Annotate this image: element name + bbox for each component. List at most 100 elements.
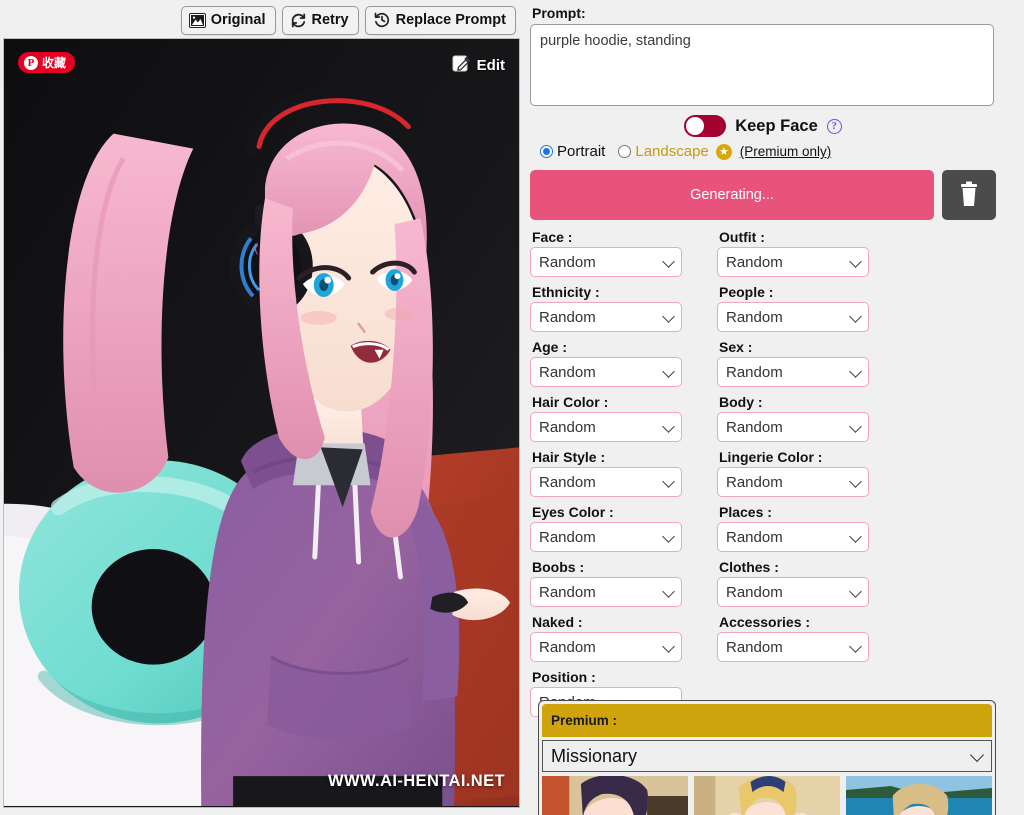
premium-thumbnail[interactable] (694, 776, 840, 815)
original-button-label: Original (210, 12, 266, 28)
option-select-value: Random (539, 363, 596, 381)
replace-prompt-button[interactable]: Replace Prompt (364, 5, 516, 35)
option-label: Places : (719, 504, 772, 520)
option-select[interactable]: Random (717, 247, 869, 277)
option-select-value: Random (726, 473, 783, 491)
chevron-down-icon (662, 585, 675, 598)
option-label: Naked : (532, 614, 583, 630)
option-select[interactable]: Random (530, 467, 682, 497)
option-field: Body : Random (717, 394, 885, 442)
watermark: WWW.AI-HENTAI.NET (328, 772, 505, 790)
keep-face-toggle-knob (686, 117, 705, 135)
option-select[interactable]: Random (717, 412, 869, 442)
refresh-icon (290, 12, 307, 29)
chevron-down-icon (662, 365, 675, 378)
chevron-down-icon (662, 640, 675, 653)
option-select-value: Random (539, 473, 596, 491)
keep-face-toggle[interactable] (684, 115, 727, 137)
option-select-value: Random (726, 253, 783, 271)
option-label: Clothes : (719, 559, 779, 575)
portrait-radio[interactable] (540, 145, 553, 158)
option-select-value: Random (726, 583, 783, 601)
chevron-down-icon (849, 255, 862, 268)
option-select[interactable]: Random (717, 467, 869, 497)
option-field: Lingerie Color : Random (717, 449, 885, 497)
generate-button[interactable]: Generating... (530, 170, 934, 220)
premium-thumbnail[interactable] (542, 776, 688, 815)
chevron-down-icon (849, 310, 862, 323)
option-select-value: Random (539, 638, 596, 656)
chevron-down-icon (849, 640, 862, 653)
option-select[interactable]: Random (717, 357, 869, 387)
option-field: Accessories : Random (717, 614, 885, 662)
image-toolbar: Original Retry Replace Prompt (0, 5, 520, 35)
premium-block: Premium : Missionary (538, 700, 996, 815)
premium-thumbnails (542, 776, 992, 815)
option-select[interactable]: Random (717, 522, 869, 552)
landscape-radio[interactable] (618, 145, 632, 158)
option-select-value: Random (726, 363, 783, 381)
chevron-down-icon (662, 255, 675, 268)
orientation-row: Portrait Landscape ★ (Premium only) (540, 143, 1024, 160)
option-label: Body : (719, 394, 763, 410)
option-select-value: Random (539, 418, 596, 436)
option-select[interactable]: Random (530, 357, 682, 387)
premium-thumbnail[interactable] (846, 776, 992, 815)
delete-button[interactable] (942, 170, 996, 220)
option-field: Eyes Color : Random (530, 504, 698, 552)
help-icon[interactable]: ? (826, 118, 842, 134)
prompt-label: Prompt: (532, 5, 586, 21)
original-button[interactable]: Original (180, 5, 276, 35)
edit-button[interactable]: Edit (452, 53, 505, 77)
pinterest-save-badge[interactable]: P 收藏 (18, 52, 76, 73)
option-select[interactable]: Random (530, 522, 682, 552)
premium-header-label: Premium : (551, 713, 618, 728)
option-label: Ethnicity : (532, 284, 600, 300)
edit-button-label: Edit (476, 56, 505, 74)
generate-row: Generating... (530, 170, 996, 220)
premium-position-value: Missionary (551, 745, 638, 766)
image-preview-panel: Original Retry Replace Prompt P 收藏 Edit … (0, 0, 524, 815)
generated-image-frame[interactable]: (1/1) (3, 38, 520, 808)
replace-prompt-button-label: Replace Prompt (395, 12, 506, 28)
option-select[interactable]: Random (530, 412, 682, 442)
portrait-label: Portrait (557, 143, 606, 160)
controls-panel: Prompt: Keep Face ? Portrait Landscape ★… (530, 0, 1024, 815)
premium-only-link[interactable]: (Premium only) (740, 144, 832, 159)
retry-button-label: Retry (311, 12, 349, 28)
option-field: Face : Random (530, 229, 698, 277)
premium-header: Premium : (542, 704, 992, 737)
option-field: Age : Random (530, 339, 698, 387)
premium-position-select[interactable]: Missionary (542, 740, 992, 772)
premium-star-icon: ★ (715, 143, 732, 160)
option-label: Lingerie Color : (719, 449, 823, 465)
option-label: Eyes Color : (532, 504, 614, 520)
option-label: Sex : (719, 339, 753, 355)
option-label: Hair Color : (532, 394, 609, 410)
option-field: Ethnicity : Random (530, 284, 698, 332)
option-field: Clothes : Random (717, 559, 885, 607)
option-select[interactable]: Random (717, 632, 869, 662)
option-select[interactable]: Random (530, 302, 682, 332)
option-select-value: Random (539, 308, 596, 326)
option-select-value: Random (539, 583, 596, 601)
option-select-value: Random (726, 638, 783, 656)
option-select[interactable]: Random (530, 247, 682, 277)
option-label: Outfit : (719, 229, 765, 245)
option-select[interactable]: Random (530, 632, 682, 662)
retry-button[interactable]: Retry (281, 5, 359, 35)
option-label: Face : (532, 229, 573, 245)
option-select[interactable]: Random (717, 577, 869, 607)
chevron-down-icon (849, 420, 862, 433)
chevron-down-icon (849, 475, 862, 488)
pinterest-icon: P (24, 55, 38, 70)
prompt-input[interactable] (530, 24, 994, 106)
option-select[interactable]: Random (717, 302, 869, 332)
option-field: Boobs : Random (530, 559, 698, 607)
option-field: Places : Random (717, 504, 885, 552)
pencil-square-icon (452, 53, 472, 77)
option-select[interactable]: Random (530, 577, 682, 607)
option-label: People : (719, 284, 774, 300)
picture-icon (188, 12, 206, 28)
option-field: Outfit : Random (717, 229, 885, 277)
